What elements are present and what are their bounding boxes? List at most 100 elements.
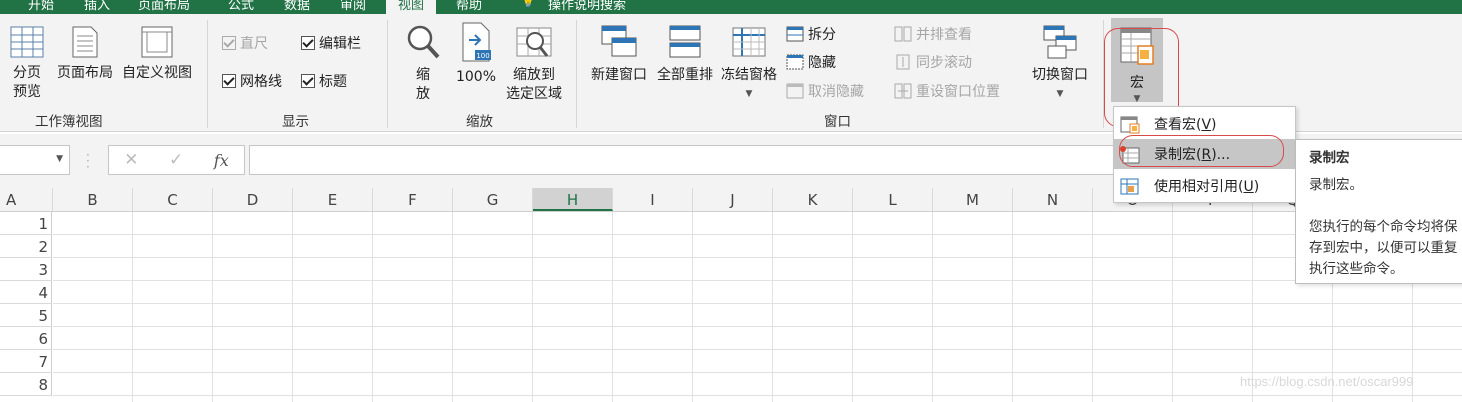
split-button[interactable]: 拆分 xyxy=(786,24,836,44)
sync-scroll-label: 同步滚动 xyxy=(916,55,972,71)
tooltip-description: 录制宏。 xyxy=(1309,177,1363,193)
zoom-to-selection-label-1: 缩放到 xyxy=(513,67,555,83)
column-header-j[interactable]: J xyxy=(693,188,773,211)
zoom-100-label: 100% xyxy=(455,69,497,85)
name-box[interactable]: ▼ xyxy=(0,145,70,175)
tab-insert[interactable]: 插入 xyxy=(84,0,110,13)
gridlines-label: 网格线 xyxy=(240,74,282,90)
view-macros-icon xyxy=(1120,116,1140,134)
tab-home[interactable]: 开始 xyxy=(28,0,54,13)
headings-checkbox[interactable]: 标题 xyxy=(301,71,347,91)
record-macro-tooltip: 录制宏 录制宏。 您执行的每个命令均将保存到宏中，以便可以重复执行这些命令。 xyxy=(1295,139,1462,284)
sync-scroll-button[interactable]: 同步滚动 xyxy=(894,52,972,72)
formula-buttons: ✕ ✓ fx xyxy=(108,145,245,175)
new-window-label: 新建窗口 xyxy=(591,67,647,83)
tab-review[interactable]: 审阅 xyxy=(340,0,366,13)
formula-bar-checkbox[interactable]: 编辑栏 xyxy=(301,33,361,53)
gridlines-checkbox[interactable]: 网格线 xyxy=(222,71,282,91)
split-icon xyxy=(786,26,804,42)
switch-windows-icon xyxy=(1043,25,1077,59)
column-header-g[interactable]: G xyxy=(453,188,533,211)
group-separator xyxy=(576,20,577,128)
page-layout-label: 页面布局 xyxy=(57,65,113,81)
tab-formulas[interactable]: 公式 xyxy=(228,0,254,13)
row-header-4[interactable]: 4 xyxy=(0,281,52,304)
insert-function-icon[interactable]: fx xyxy=(214,151,229,170)
zoom-to-selection-label-2: 选定区域 xyxy=(506,86,562,102)
enter-icon[interactable]: ✓ xyxy=(169,150,183,170)
menu-item-use-relative-references[interactable]: 使用相对引用(U) xyxy=(1114,171,1295,201)
column-header-e[interactable]: E xyxy=(293,188,373,211)
column-header-k[interactable]: K xyxy=(773,188,853,211)
page-layout-view-button[interactable]: 页面布局 xyxy=(54,26,116,83)
ribbon-tab-strip: 开始 插入 页面布局 公式 数据 审阅 视图 帮助 💡 操作说明搜索 xyxy=(0,0,1462,14)
column-header-b[interactable]: B xyxy=(53,188,133,211)
arrange-all-label: 全部重排 xyxy=(657,67,713,83)
side-by-side-label: 并排查看 xyxy=(916,27,972,43)
page-break-preview-button[interactable]: 分页 预览 xyxy=(4,26,50,102)
unhide-window-icon xyxy=(786,83,804,99)
row-header-6[interactable]: 6 xyxy=(0,327,52,350)
row-header-8[interactable]: 8 xyxy=(0,373,52,396)
zoom-100-icon-text: 100 xyxy=(476,52,489,60)
sync-scroll-icon xyxy=(896,54,910,70)
hide-label: 隐藏 xyxy=(808,55,836,71)
arrange-all-button[interactable]: 全部重排 xyxy=(653,24,717,85)
split-label: 拆分 xyxy=(808,27,836,43)
zoom-100-icon: 100 xyxy=(462,22,491,62)
row-header-2[interactable]: 2 xyxy=(0,235,52,258)
arrange-all-icon xyxy=(669,25,701,58)
zoom-to-selection-button[interactable]: 缩放到 选定区域 xyxy=(502,26,566,104)
new-window-button[interactable]: 新建窗口 xyxy=(587,24,651,85)
reset-window-position-button[interactable]: 重设窗口位置 xyxy=(894,81,1000,101)
zoom-100-button[interactable]: 100 100% xyxy=(454,22,498,87)
group-separator xyxy=(387,20,388,128)
zoom-label-1: 缩 xyxy=(416,67,430,83)
zoom-button[interactable]: 缩 放 xyxy=(402,24,444,104)
tab-help[interactable]: 帮助 xyxy=(456,0,482,13)
tab-view[interactable]: 视图 xyxy=(386,0,437,14)
cancel-icon[interactable]: ✕ xyxy=(124,150,138,170)
ruler-check-box[interactable] xyxy=(222,36,236,50)
row-header-7[interactable]: 7 xyxy=(0,350,52,373)
watermark: https://blog.csdn.net/oscar999 xyxy=(1240,374,1414,389)
row-header-3[interactable]: 3 xyxy=(0,258,52,281)
view-side-by-side-button[interactable]: 并排查看 xyxy=(894,24,972,44)
headings-label: 标题 xyxy=(319,74,347,90)
unhide-button[interactable]: 取消隐藏 xyxy=(786,81,864,101)
reset-position-label: 重设窗口位置 xyxy=(916,84,1000,100)
menu-item-label: 查看宏(V) xyxy=(1154,117,1217,133)
column-header-i[interactable]: I xyxy=(613,188,693,211)
magnifier-icon xyxy=(407,25,440,59)
unhide-label: 取消隐藏 xyxy=(808,84,864,100)
column-header-m[interactable]: M xyxy=(933,188,1013,211)
column-header-h[interactable]: H xyxy=(533,188,613,211)
group-label-show: 显示 xyxy=(282,114,309,130)
headings-check-box[interactable] xyxy=(301,74,315,88)
chevron-down-icon: ▼ xyxy=(745,89,753,99)
switch-windows-button[interactable]: 切换窗口 ▼ xyxy=(1026,24,1094,104)
group-label-zoom: 缩放 xyxy=(466,114,493,130)
column-header-f[interactable]: F xyxy=(373,188,453,211)
hide-button[interactable]: 隐藏 xyxy=(786,52,836,72)
row-header-1[interactable]: 1 xyxy=(0,212,52,235)
tab-data[interactable]: 数据 xyxy=(284,0,310,13)
tab-page-layout[interactable]: 页面布局 xyxy=(138,0,190,13)
formula-bar-check-box[interactable] xyxy=(301,36,315,50)
hide-window-icon xyxy=(786,54,804,70)
side-by-side-icon xyxy=(894,26,912,42)
column-header-l[interactable]: L xyxy=(853,188,933,211)
column-header-d[interactable]: D xyxy=(213,188,293,211)
column-header-n[interactable]: N xyxy=(1013,188,1093,211)
row-header-5[interactable]: 5 xyxy=(0,304,52,327)
column-header-a[interactable]: A xyxy=(0,188,53,211)
gridlines-check-box[interactable] xyxy=(222,74,236,88)
lightbulb-icon: 💡 xyxy=(520,0,537,9)
resize-grip-icon[interactable]: · · · xyxy=(86,149,90,173)
chevron-down-icon[interactable]: ▼ xyxy=(56,154,63,164)
custom-views-button[interactable]: 自定义视图 xyxy=(118,26,196,83)
ruler-checkbox[interactable]: 直尺 xyxy=(222,33,268,53)
column-header-c[interactable]: C xyxy=(133,188,213,211)
tell-me-search[interactable]: 操作说明搜索 xyxy=(548,0,626,13)
freeze-panes-button[interactable]: 冻结窗格 ▼ xyxy=(718,24,780,104)
